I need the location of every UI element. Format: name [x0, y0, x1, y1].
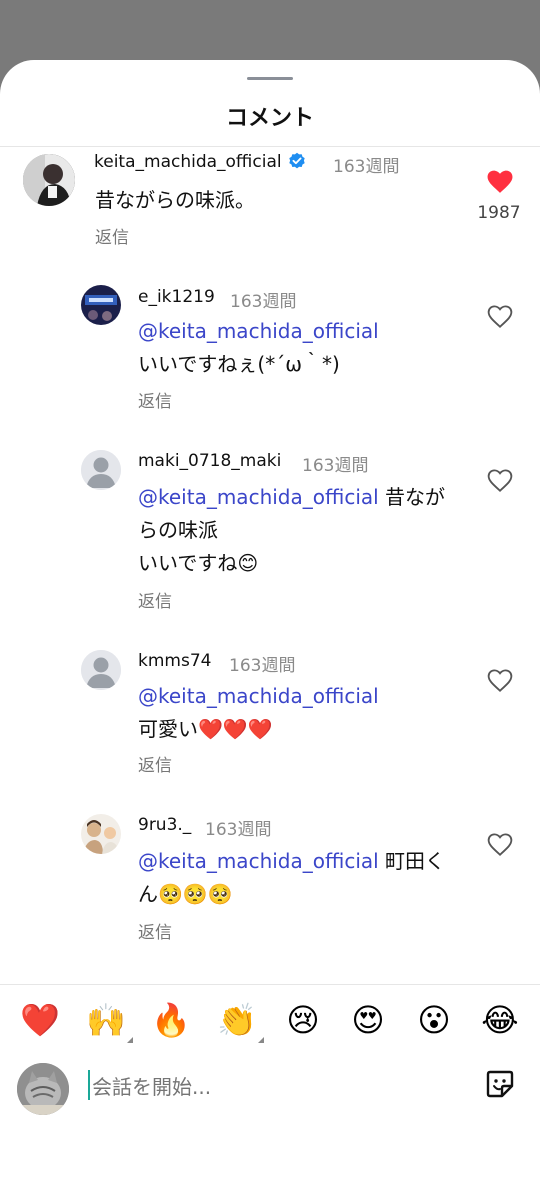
emoji-tears-of-joy[interactable]: 😂 — [477, 997, 523, 1043]
reply-button[interactable]: 返信 — [95, 223, 129, 248]
comments-sheet: コメント keita_machida_official 163週間 昔ながらの味… — [0, 60, 540, 1200]
comment-text: @keita_machida_official 町田く ん🥺🥺🥺 — [138, 845, 478, 911]
comment-time: 163週間 — [205, 820, 272, 840]
heart-outline-icon[interactable] — [487, 833, 513, 857]
mention-link[interactable]: @keita_machida_official — [138, 485, 379, 509]
sticker-icon[interactable] — [484, 1068, 516, 1100]
comment-text: @keita_machida_official いいですねぇ(*´ω｀*) — [138, 315, 468, 381]
emoji-crying-face[interactable]: 😢 — [280, 997, 326, 1043]
like-count: 1987 — [477, 203, 521, 223]
skin-tone-indicator — [127, 1037, 133, 1043]
text-caret — [88, 1070, 90, 1100]
emoji-clapping-hands[interactable]: 👏 — [214, 997, 264, 1043]
comment-time: 163週間 — [333, 157, 400, 177]
emoji-surprised-face[interactable]: 😮 — [411, 997, 457, 1043]
header-divider — [0, 146, 540, 147]
emoji-red-heart[interactable]: ❤️ — [17, 997, 63, 1043]
reply-button[interactable]: 返信 — [138, 751, 172, 776]
comment-text: 昔ながらの味派。 — [95, 188, 255, 212]
default-avatar-icon[interactable] — [81, 450, 121, 490]
comment-body: 昔なが — [378, 485, 446, 509]
emoji-glyph: 👏 — [217, 1001, 257, 1039]
emoji-heart-eyes[interactable]: 😍 — [345, 997, 391, 1043]
default-avatar-icon[interactable] — [81, 650, 121, 690]
sheet-title: コメント — [225, 106, 314, 131]
emoji-fire[interactable]: 🔥 — [148, 997, 194, 1043]
current-user-avatar[interactable] — [17, 1063, 69, 1115]
emoji-raising-hands[interactable]: 🙌 — [83, 997, 133, 1043]
mention-link[interactable]: @keita_machida_official — [138, 684, 379, 708]
heart-outline-icon[interactable] — [487, 669, 513, 693]
mention-link[interactable]: @keita_machida_official — [138, 319, 379, 343]
comment-time: 163週間 — [302, 456, 369, 476]
comment-body: いいですねぇ(*´ω｀*) — [138, 352, 340, 376]
comment-username[interactable]: kmms74 — [138, 651, 211, 671]
comment-username[interactable]: 9ru3._ — [138, 815, 191, 835]
comment-body: ん🥺🥺🥺 — [138, 882, 233, 906]
comment-time: 163週間 — [230, 292, 297, 312]
reply-button[interactable]: 返信 — [138, 387, 172, 412]
avatar[interactable] — [81, 814, 121, 854]
comment-body: 可愛い❤️❤️❤️ — [138, 717, 273, 741]
comment-username[interactable]: e_ik1219 — [138, 287, 215, 307]
verified-icon — [288, 152, 305, 169]
comment-input-row — [0, 1058, 540, 1118]
comment-time: 163週間 — [229, 656, 296, 676]
drag-handle[interactable] — [247, 77, 293, 80]
heart-filled-icon[interactable] — [487, 170, 513, 194]
mention-link[interactable]: @keita_machida_official — [138, 849, 379, 873]
skin-tone-indicator — [258, 1037, 264, 1043]
avatar[interactable] — [23, 154, 75, 206]
emoji-bar-divider — [0, 984, 540, 985]
heart-outline-icon[interactable] — [487, 305, 513, 329]
comment-text: @keita_machida_official 昔なが らの味派 いいですね😊 — [138, 481, 478, 580]
comment-text: @keita_machida_official 可愛い❤️❤️❤️ — [138, 680, 468, 746]
reply-button[interactable]: 返信 — [138, 587, 172, 612]
avatar[interactable] — [81, 285, 121, 325]
comment-username[interactable]: keita_machida_official — [94, 152, 306, 172]
comment-username[interactable]: maki_0718_maki — [138, 451, 281, 471]
username-text[interactable]: keita_machida_official — [94, 152, 282, 172]
heart-outline-icon[interactable] — [487, 469, 513, 493]
comment-body: いいですね😊 — [138, 551, 259, 575]
comment-body: 町田く — [378, 849, 446, 873]
reply-button[interactable]: 返信 — [138, 918, 172, 943]
comment-input[interactable] — [88, 1070, 392, 1104]
emoji-glyph: 🙌 — [86, 1001, 126, 1039]
comment-body: らの味派 — [138, 518, 218, 542]
